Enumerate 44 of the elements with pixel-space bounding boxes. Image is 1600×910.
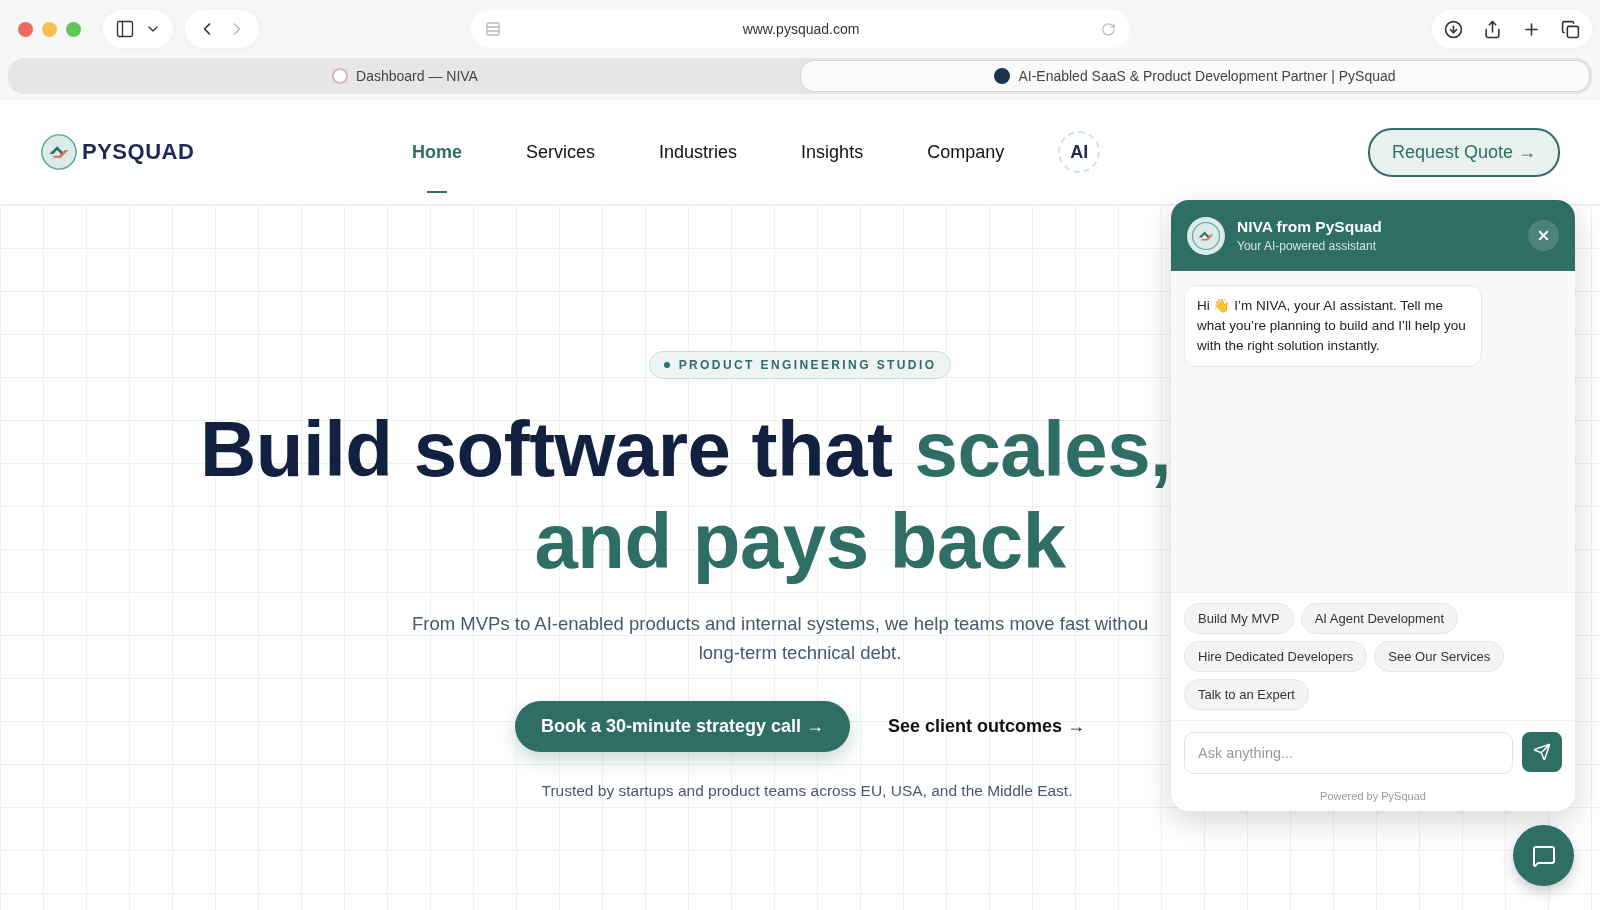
chat-subtitle: Your AI-powered assistant [1237,239,1377,253]
logo-icon [40,133,78,171]
close-icon [1536,228,1551,243]
nav-link[interactable]: Company [927,111,1005,193]
browser-tab[interactable]: AI-Enabled SaaS & Product Development Partner | PySquad [800,60,1590,92]
suggestion-chip[interactable]: See Our Services [1374,641,1505,672]
logo-text: PYSQUAD [82,139,195,165]
subtitle-text: long-term technical debt. [698,641,902,665]
close-button[interactable] [1528,220,1559,251]
suggestion-chip[interactable]: AI Agent Development [1300,603,1458,634]
section-badge: PRODUCT ENGINEERING STUDIO [648,351,952,379]
subtitle-text: From MVPs to AI-enabled products and internal systems, we help teams move fast withou [412,612,1149,636]
suggestion-chip[interactable]: Build My MVP [1184,603,1294,634]
send-button[interactable] [1522,732,1562,772]
headline: Build software that [200,404,893,495]
chat-bubble-icon [1531,843,1556,868]
request-quote-button[interactable]: Request Quote → [1367,127,1560,177]
close-window-button[interactable] [18,21,33,37]
tabs-icon[interactable] [1561,19,1580,39]
favicon-icon [332,68,349,84]
nav-link[interactable]: Industries [659,111,738,193]
tab-title: AI-Enabled SaaS & Product Development Partner | PySquad [1018,68,1396,84]
powered-by-text: Powered by PySquad [1319,789,1427,804]
favicon-icon [994,68,1011,84]
book-call-button[interactable]: Book a 30-minute strategy call → [514,701,850,752]
headline: and pays back [534,496,1066,587]
send-icon [1533,743,1551,761]
suggestion-chip[interactable]: Hire Dedicated Developers [1184,641,1368,672]
chat-title: NIVA from PySquad [1237,218,1383,236]
ai-link[interactable]: AI [1058,131,1101,173]
suggestion-chip[interactable]: Talk to an Expert [1184,679,1309,710]
trust-text: Trusted by startups and product teams across EU, USA, and the Middle East. [540,782,1073,800]
browser-tab[interactable]: Dashboard — NIVA [10,60,800,92]
download-icon[interactable] [1444,19,1463,39]
sidebar-icon[interactable] [115,19,135,39]
tab-title: Dashboard — NIVA [356,68,478,84]
share-icon[interactable] [1483,19,1502,39]
chat-message: Hi 👋 I’m NIVA, your AI assistant. Tell me what you’re planning to build and I’ll help you with the right solution instantly. [1184,285,1482,367]
nav-link[interactable]: Services [526,111,596,193]
client-outcomes-link[interactable]: See client outcomes → [888,716,1086,737]
nav-link[interactable]: Insights [801,111,864,193]
message-input[interactable]: Ask anything... [1184,732,1513,774]
nav-link[interactable]: Home [412,111,462,193]
headline: scales, [914,404,1172,495]
